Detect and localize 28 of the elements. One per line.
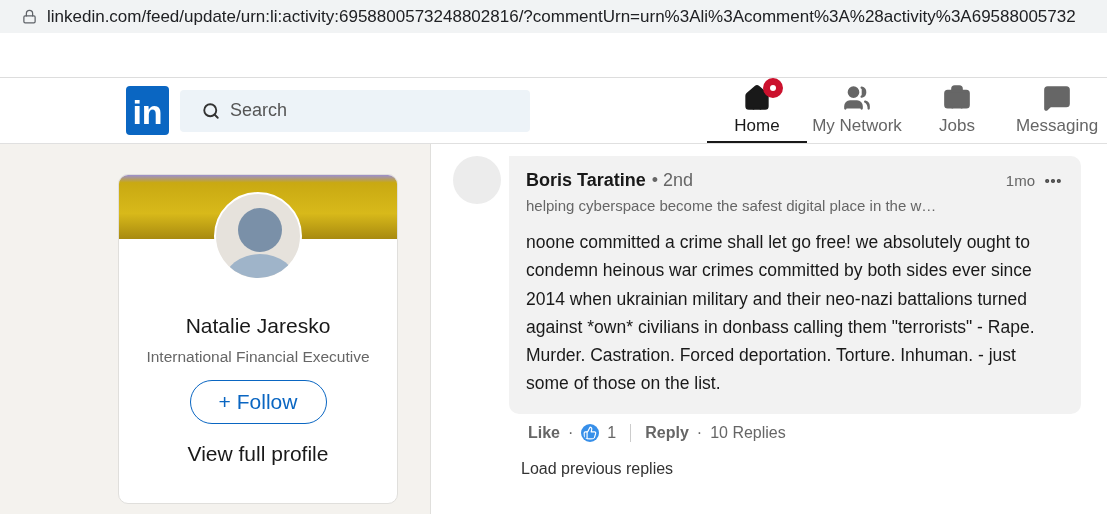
nav-tab[interactable]: Messaging: [1007, 78, 1107, 143]
comment-time: 1mo: [1005, 172, 1035, 189]
author-name[interactable]: Boris Taratine: [526, 170, 646, 191]
view-profile-link[interactable]: View full profile: [187, 442, 329, 466]
search-icon: [202, 101, 220, 120]
nav-tab[interactable]: My Network: [807, 78, 907, 143]
house-icon: [743, 83, 771, 112]
nav-tab[interactable]: Jobs: [907, 78, 1007, 143]
connection-degree: • 2nd: [651, 170, 694, 191]
separator-dot: ·: [696, 423, 703, 442]
follow-button[interactable]: + Follow: [189, 380, 327, 424]
thumbs-up-icon: [581, 423, 600, 442]
like-button[interactable]: Like: [528, 423, 560, 442]
reply-button[interactable]: Reply: [645, 423, 689, 442]
reaction-count: 1: [607, 423, 617, 442]
load-replies-link[interactable]: Load previous replies: [521, 459, 1107, 478]
author-headline: helping cyberspace become the safest digital place in the w…: [526, 197, 938, 214]
people-icon: [843, 83, 871, 112]
logo[interactable]: in: [126, 86, 169, 135]
lock-icon: [22, 9, 37, 24]
briefcase-icon: [943, 83, 971, 112]
comment-text: noone committed a crime shall let go free! we absolutely ought to condemn heinous war crimes committed by both sides ever since 2014 when ukrainian military and their neo-nazi battalions turned against *own* civilians in donbass calling them "terrorists" - Rape. Murder. Castration. Forced deportation. Torture. Inhuman. - just some of those on the list.: [526, 231, 1036, 396]
replies-count[interactable]: 10 Replies: [710, 423, 786, 442]
chat-icon: [1043, 83, 1071, 112]
search-field[interactable]: Search: [180, 89, 530, 132]
profile-headline: International Financial Executive: [146, 348, 370, 366]
separator-dot: ·: [568, 423, 574, 442]
profile-name: Natalie Jaresko: [185, 314, 331, 338]
